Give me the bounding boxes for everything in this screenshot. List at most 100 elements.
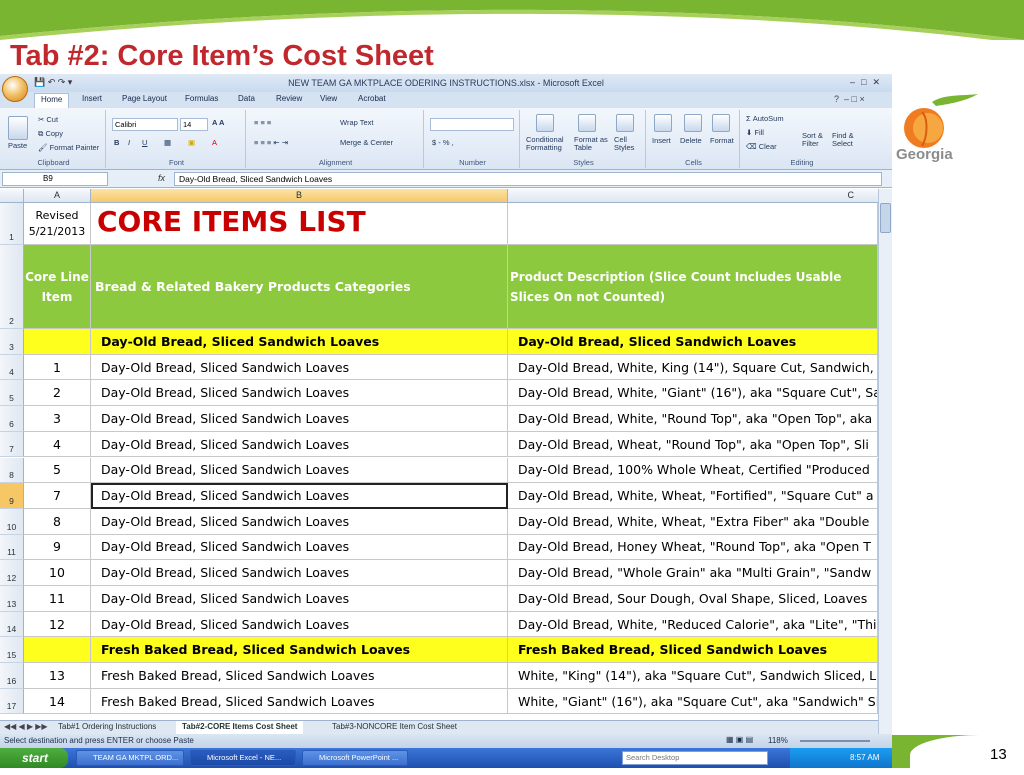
- description-cell[interactable]: Day-Old Bread, Wheat, "Round Top", aka "…: [508, 431, 878, 458]
- category-cell[interactable]: Day-Old Bread, Sliced Sandwich Loaves: [91, 611, 508, 638]
- category-cell[interactable]: Fresh Baked Bread, Sliced Sandwich Loave…: [91, 637, 508, 664]
- core-line-item-cell[interactable]: 5: [24, 457, 91, 484]
- delete-button[interactable]: Delete: [680, 136, 702, 145]
- currency-format-button[interactable]: $ - % ,: [432, 138, 454, 147]
- sheet-nav-icons[interactable]: ◀◀ ◀ ▶ ▶▶: [4, 722, 48, 731]
- description-cell[interactable]: Day-Old Bread, White, Wheat, "Extra Fibe…: [508, 508, 878, 535]
- name-box[interactable]: B9: [2, 172, 108, 186]
- conditional-formatting-icon[interactable]: [536, 114, 554, 132]
- start-button[interactable]: start: [0, 748, 68, 768]
- insert-cells-icon[interactable]: [654, 114, 672, 132]
- sort-filter-button[interactable]: Sort & Filter: [802, 132, 830, 148]
- category-cell[interactable]: Day-Old Bread, Sliced Sandwich Loaves: [91, 457, 508, 484]
- core-line-item-cell[interactable]: 8: [24, 508, 91, 535]
- cell-styles-icon[interactable]: [616, 114, 634, 132]
- scrollbar-thumb[interactable]: [880, 203, 891, 233]
- core-line-item-cell[interactable]: [24, 637, 91, 664]
- select-all-corner[interactable]: [0, 189, 24, 203]
- italic-icon[interactable]: I: [128, 138, 130, 147]
- category-cell[interactable]: Day-Old Bread, Sliced Sandwich Loaves: [91, 354, 508, 381]
- cut-button[interactable]: ✂ Cut: [38, 115, 58, 124]
- description-cell[interactable]: Day-Old Bread, 100% Whole Wheat, Certifi…: [508, 457, 878, 484]
- font-color-icon[interactable]: A: [212, 138, 217, 147]
- font-size-select[interactable]: 14: [180, 118, 208, 131]
- insert-button[interactable]: Insert: [652, 136, 671, 145]
- category-cell[interactable]: Day-Old Bread, Sliced Sandwich Loaves: [91, 586, 508, 612]
- row-header[interactable]: 6: [0, 406, 24, 432]
- core-line-item-cell[interactable]: 11: [24, 586, 91, 612]
- zoom-slider[interactable]: [800, 740, 870, 742]
- vertical-scrollbar[interactable]: [878, 189, 892, 768]
- fill-color-icon[interactable]: ▣: [188, 138, 195, 147]
- tab-insert[interactable]: Insert: [82, 94, 102, 103]
- taskbar-item-excel[interactable]: Microsoft Excel - NE...: [190, 750, 296, 766]
- desktop-search-input[interactable]: Search Desktop: [622, 751, 768, 765]
- category-cell[interactable]: Day-Old Bread, Sliced Sandwich Loaves: [91, 431, 508, 458]
- categories-header[interactable]: Bread & Related Bakery Products Categori…: [91, 245, 508, 329]
- tab-page-layout[interactable]: Page Layout: [122, 94, 167, 103]
- category-cell[interactable]: Day-Old Bread, Sliced Sandwich Loaves: [91, 406, 508, 432]
- core-line-item-cell[interactable]: 13: [24, 663, 91, 689]
- tab-acrobat[interactable]: Acrobat: [358, 94, 386, 103]
- core-line-item-cell[interactable]: 14: [24, 688, 91, 715]
- wrap-text-button[interactable]: Wrap Text: [340, 118, 374, 127]
- description-cell[interactable]: Day-Old Bread, Sliced Sandwich Loaves: [508, 329, 878, 355]
- column-header-b[interactable]: B: [91, 189, 508, 203]
- core-line-item-header[interactable]: Core Line Item: [24, 245, 91, 329]
- row-header[interactable]: 7: [0, 431, 24, 458]
- align-top-icon[interactable]: ≡ ≡ ≡: [254, 118, 271, 127]
- tab-formulas[interactable]: Formulas: [185, 94, 218, 103]
- taskbar-item-folder[interactable]: TEAM GA MKTPL ORD...: [76, 750, 184, 766]
- formula-input[interactable]: Day-Old Bread, Sliced Sandwich Loaves: [174, 172, 882, 186]
- view-buttons[interactable]: ▦ ▣ ▤: [726, 735, 753, 744]
- category-cell[interactable]: Fresh Baked Bread, Sliced Sandwich Loave…: [91, 688, 508, 715]
- category-cell[interactable]: Day-Old Bread, Sliced Sandwich Loaves: [91, 560, 508, 586]
- description-cell[interactable]: Day-Old Bread, "Whole Grain" aka "Multi …: [508, 560, 878, 586]
- grow-font-icon[interactable]: A A: [212, 118, 224, 127]
- row-header[interactable]: 1: [0, 203, 24, 245]
- column-header-a[interactable]: A: [24, 189, 91, 203]
- sheet-tab-1[interactable]: Tab#1 Ordering Instructions: [52, 721, 162, 734]
- paste-icon[interactable]: [8, 116, 28, 140]
- quick-access-toolbar[interactable]: 💾 ↶ ↷ ▾: [34, 77, 72, 88]
- core-line-item-cell[interactable]: 3: [24, 406, 91, 432]
- row-header[interactable]: 14: [0, 611, 24, 638]
- core-line-item-cell[interactable]: 2: [24, 380, 91, 407]
- row-header[interactable]: 11: [0, 534, 24, 561]
- fx-icon[interactable]: fx: [158, 173, 165, 183]
- category-cell[interactable]: Day-Old Bread, Sliced Sandwich Loaves: [91, 508, 508, 535]
- core-line-item-cell[interactable]: [24, 329, 91, 355]
- paste-button[interactable]: Paste: [8, 141, 27, 150]
- description-cell[interactable]: Day-Old Bread, White, King (14"), Square…: [508, 354, 878, 381]
- office-button[interactable]: [2, 76, 28, 102]
- core-line-item-cell[interactable]: 1: [24, 354, 91, 381]
- description-cell[interactable]: Day-Old Bread, White, "Round Top", aka "…: [508, 406, 878, 432]
- autosum-button[interactable]: Σ AutoSum: [746, 114, 784, 123]
- core-line-item-cell[interactable]: 4: [24, 431, 91, 458]
- tab-data[interactable]: Data: [238, 94, 255, 103]
- align-left-icon[interactable]: ≡ ≡ ≡ ⇤ ⇥: [254, 138, 288, 147]
- zoom-level[interactable]: 118%: [768, 736, 788, 745]
- row-header[interactable]: 17: [0, 688, 24, 715]
- row-header[interactable]: 10: [0, 508, 24, 535]
- bold-icon[interactable]: B: [114, 138, 119, 147]
- table-cell[interactable]: [508, 203, 878, 245]
- format-painter-button[interactable]: 🖌 Format Painter: [38, 143, 99, 152]
- description-cell[interactable]: Day-Old Bread, White, "Giant" (16"), aka…: [508, 380, 878, 407]
- description-cell[interactable]: Day-Old Bread, Sour Dough, Oval Shape, S…: [508, 586, 878, 612]
- row-header[interactable]: 9: [0, 483, 24, 509]
- description-cell[interactable]: White, "Giant" (16"), aka "Square Cut", …: [508, 688, 878, 715]
- row-header[interactable]: 12: [0, 560, 24, 586]
- category-cell[interactable]: Day-Old Bread, Sliced Sandwich Loaves: [91, 329, 508, 355]
- row-header[interactable]: 3: [0, 329, 24, 355]
- row-header[interactable]: 16: [0, 663, 24, 689]
- core-items-list-title[interactable]: CORE ITEMS LIST: [91, 203, 508, 245]
- description-cell[interactable]: Day-Old Bread, White, "Reduced Calorie",…: [508, 611, 878, 638]
- description-cell[interactable]: White, "King" (14"), aka "Square Cut", S…: [508, 663, 878, 689]
- row-header[interactable]: 4: [0, 354, 24, 381]
- row-header[interactable]: 13: [0, 586, 24, 612]
- row-header[interactable]: 15: [0, 637, 24, 664]
- revised-date-cell[interactable]: Revised 5/21/2013: [24, 203, 91, 245]
- format-as-table-button[interactable]: Format as Table: [574, 136, 610, 152]
- taskbar-item-powerpoint[interactable]: Microsoft PowerPoint ...: [302, 750, 408, 766]
